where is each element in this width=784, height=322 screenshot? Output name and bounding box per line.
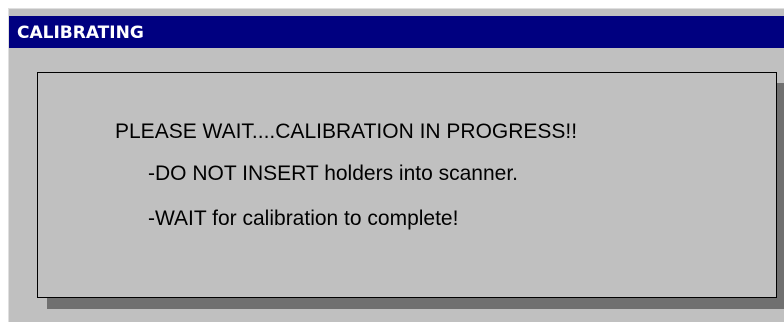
window-title: CALIBRATING bbox=[17, 23, 144, 43]
calibration-status-message: PLEASE WAIT....CALIBRATION IN PROGRESS!! bbox=[115, 120, 578, 143]
title-bar[interactable]: CALIBRATING bbox=[9, 16, 784, 48]
message-panel: PLEASE WAIT....CALIBRATION IN PROGRESS!!… bbox=[37, 72, 777, 298]
instruction-wait: -WAIT for calibration to complete! bbox=[148, 207, 459, 230]
calibrating-dialog: CALIBRATING PLEASE WAIT....CALIBRATION I… bbox=[8, 8, 784, 322]
instruction-do-not-insert: -DO NOT INSERT holders into scanner. bbox=[148, 162, 518, 185]
